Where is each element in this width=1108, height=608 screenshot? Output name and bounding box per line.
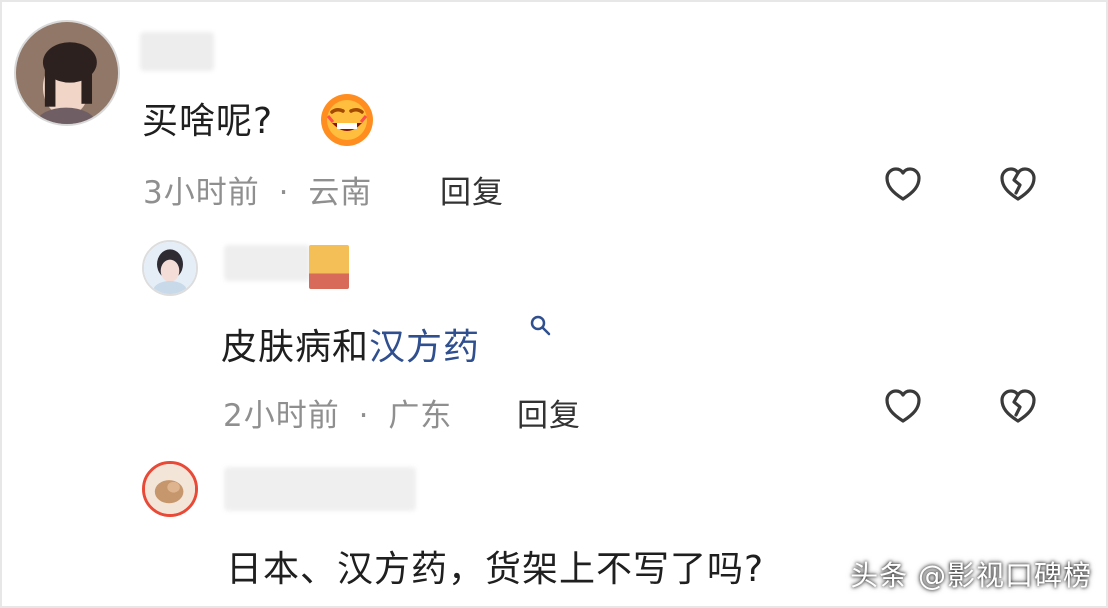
user-avatar-3[interactable] (142, 461, 198, 517)
comment-text-3-content: 日本、汉方药，货架上不写了吗? (226, 549, 765, 590)
watermark-text: 头条 @影视口碑榜 (850, 559, 1092, 592)
comment-meta-2: 2小时前 · 广东 (223, 390, 452, 435)
username-3[interactable] (224, 467, 416, 511)
comment-location-1: 云南 (308, 175, 373, 211)
laughing-face-icon (319, 92, 375, 148)
broken-heart-icon[interactable] (996, 162, 1040, 206)
comment-text-1-content: 买啥呢? (142, 101, 274, 142)
reply-button-2[interactable]: 回复 (517, 390, 581, 435)
comment-text-3: 日本、汉方药，货架上不写了吗? (226, 540, 764, 592)
search-icon[interactable] (528, 313, 552, 337)
comment-text-2: 皮肤病和汉方药 (221, 318, 480, 370)
comment-location-2: 广东 (388, 398, 453, 434)
heart-icon[interactable] (881, 162, 925, 206)
reply-button-1[interactable]: 回复 (440, 167, 504, 212)
user-avatar-2[interactable] (142, 240, 198, 296)
user-avatar-1[interactable] (14, 20, 120, 126)
comment-time-1: 3小时前 (143, 175, 260, 211)
comment-text-1: 买啥呢? (142, 92, 273, 144)
medicine-link[interactable]: 汉方药 (369, 327, 480, 368)
comment-meta-1: 3小时前 · 云南 (143, 167, 372, 212)
username-1[interactable] (140, 32, 214, 71)
comment-text-2-prefix: 皮肤病和 (221, 327, 370, 368)
heart-icon[interactable] (881, 384, 925, 428)
username-2[interactable] (224, 245, 310, 281)
comment-time-2: 2小时前 (223, 398, 340, 434)
comment-separator-2: · (358, 398, 370, 434)
user-badge-2 (309, 245, 349, 289)
broken-heart-icon[interactable] (996, 384, 1040, 428)
comment-separator-1: · (278, 175, 290, 211)
